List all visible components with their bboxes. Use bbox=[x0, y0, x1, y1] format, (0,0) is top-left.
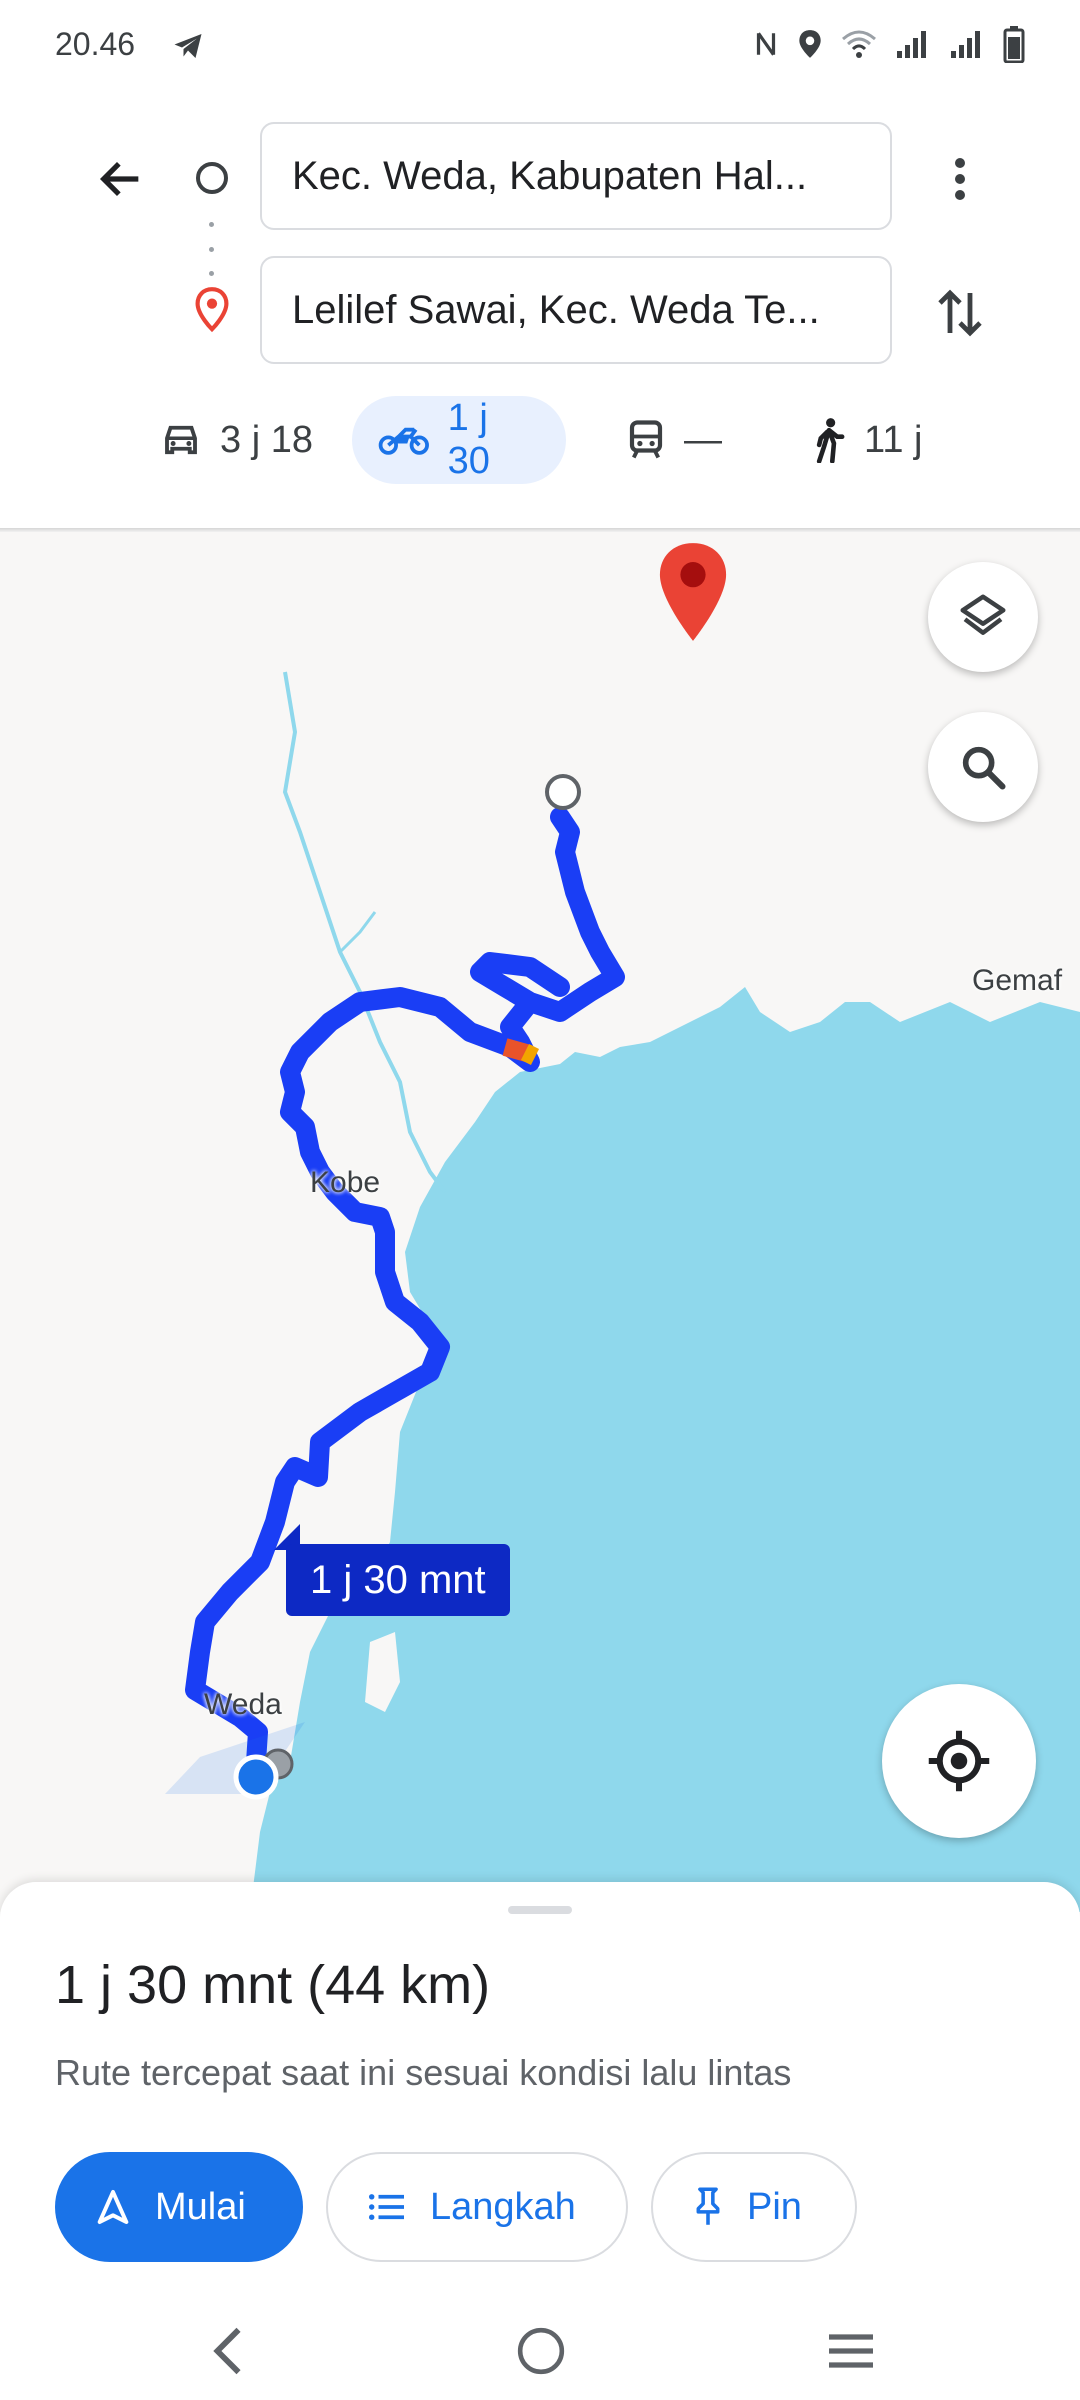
motorcycle-icon bbox=[378, 427, 429, 455]
map-label-kobe: Kobe bbox=[310, 1166, 381, 1199]
my-location-icon bbox=[928, 1730, 990, 1792]
river bbox=[282, 671, 447, 1194]
more-options-button[interactable] bbox=[930, 146, 990, 212]
destination-pin-icon[interactable] bbox=[655, 540, 731, 644]
car-icon bbox=[165, 425, 197, 455]
nav-home-button[interactable] bbox=[506, 2318, 576, 2384]
map-label-gemaf: Gemaf bbox=[972, 964, 1063, 997]
eta-badge[interactable]: 1 j 30 mnt bbox=[286, 1544, 510, 1616]
transit-icon bbox=[629, 420, 663, 459]
map-view[interactable]: Gemaf Kobe Weda 1 j 30 mnt bbox=[0, 532, 1080, 1912]
tab-driving-label: 3 j 18 bbox=[220, 418, 313, 461]
status-icons bbox=[753, 24, 1025, 64]
home-circle-icon bbox=[517, 2327, 565, 2375]
swap-vert-icon bbox=[938, 289, 982, 337]
destination-input[interactable]: Lelilef Sawai, Kec. Weda Te... bbox=[260, 256, 892, 364]
steps-button[interactable]: Langkah bbox=[326, 2152, 628, 2262]
nav-recents-button[interactable] bbox=[816, 2318, 886, 2384]
arrow-back-icon bbox=[99, 161, 139, 197]
route-traffic-segment-orange bbox=[520, 1043, 540, 1066]
more-vert-icon bbox=[955, 158, 965, 200]
tab-transit[interactable]: — bbox=[600, 396, 748, 484]
tab-walking-label: 11 j bbox=[864, 418, 923, 461]
start-button-label: Mulai bbox=[155, 2185, 246, 2228]
location-icon bbox=[799, 30, 821, 58]
swap-route-button[interactable] bbox=[925, 278, 995, 348]
walk-icon bbox=[816, 418, 845, 463]
signal-icon bbox=[897, 31, 926, 58]
pin-button-label: Pin bbox=[747, 2185, 802, 2228]
search-button[interactable] bbox=[928, 712, 1038, 822]
telegram-icon bbox=[174, 34, 202, 58]
navigation-arrow-icon bbox=[97, 2190, 129, 2224]
route-connector bbox=[209, 222, 215, 276]
tab-motorcycle-label: 1 j 30 bbox=[447, 397, 490, 482]
tab-driving[interactable]: 3 j 18 bbox=[134, 396, 339, 484]
pin-button[interactable]: Pin bbox=[651, 2152, 857, 2262]
tab-transit-label: — bbox=[684, 418, 722, 461]
nfc-icon bbox=[756, 32, 776, 56]
origin-input[interactable]: Kec. Weda, Kabupaten Hal... bbox=[260, 122, 892, 230]
directions-header: Kec. Weda, Kabupaten Hal... Lelilef Sawa… bbox=[0, 90, 1080, 530]
river-branch bbox=[338, 911, 377, 954]
start-button[interactable]: Mulai bbox=[55, 2152, 303, 2262]
back-button[interactable] bbox=[88, 146, 154, 212]
signal-icon bbox=[951, 31, 980, 58]
route-summary: 1 j 30 mnt (44 km) bbox=[55, 1955, 491, 2015]
list-icon bbox=[368, 2194, 404, 2220]
my-location-button[interactable] bbox=[882, 1684, 1036, 1838]
layers-icon bbox=[960, 594, 1006, 635]
map-label-weda: Weda bbox=[204, 1688, 282, 1721]
tab-walking[interactable]: 11 j bbox=[786, 396, 948, 484]
drag-handle[interactable] bbox=[508, 1906, 572, 1914]
current-location-dot bbox=[233, 1754, 279, 1800]
steps-button-label: Langkah bbox=[430, 2185, 576, 2228]
menu-lines-icon bbox=[829, 2334, 873, 2368]
system-navigation-bar bbox=[0, 2300, 1080, 2400]
wifi-icon bbox=[842, 30, 876, 58]
destination-pin-icon bbox=[195, 287, 229, 333]
layers-button[interactable] bbox=[928, 562, 1038, 672]
status-bar: 20.46 bbox=[0, 0, 1080, 90]
route-description: Rute tercepat saat ini sesuai kondisi la… bbox=[55, 2052, 792, 2093]
travel-mode-tabs: 3 j 18 1 j 30 — 11 j bbox=[0, 396, 1080, 486]
status-time: 20.46 bbox=[55, 26, 136, 62]
route-end-circle bbox=[545, 774, 581, 810]
tab-motorcycle[interactable]: 1 j 30 bbox=[352, 396, 566, 484]
chevron-left-icon bbox=[213, 2327, 241, 2375]
pushpin-icon bbox=[696, 2187, 720, 2225]
origin-marker-icon bbox=[196, 162, 228, 194]
search-icon bbox=[962, 746, 1006, 790]
battery-icon bbox=[1003, 26, 1025, 63]
nav-back-button[interactable] bbox=[192, 2318, 262, 2384]
